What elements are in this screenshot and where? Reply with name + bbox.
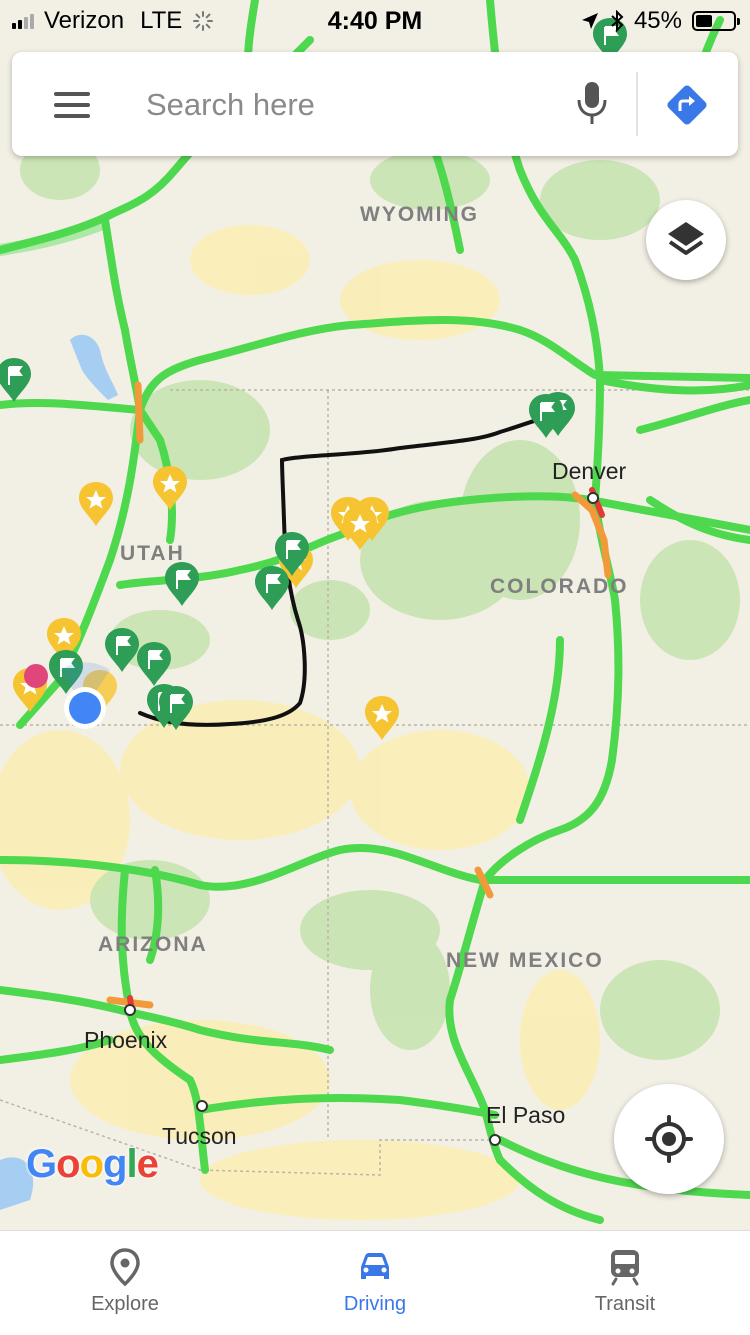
bluetooth-icon — [611, 10, 624, 32]
layers-icon — [668, 222, 704, 255]
location-arrow-icon — [581, 13, 598, 29]
google-logo-letter: o — [79, 1142, 104, 1186]
region-label-arizona: ARIZONA — [98, 933, 208, 956]
microphone-icon[interactable] — [572, 80, 612, 128]
crosshair-icon — [645, 1115, 693, 1163]
tab-transit-label: Transit — [594, 1293, 656, 1315]
city-label-el-paso[interactable]: El Paso — [486, 1102, 565, 1129]
city-label-tucson[interactable]: Tucson — [162, 1123, 237, 1150]
map-layers-button[interactable] — [646, 200, 726, 280]
tab-explore[interactable]: Explore — [0, 1231, 250, 1335]
google-logo: Google — [26, 1142, 159, 1187]
search-bar — [12, 52, 738, 156]
city-label-phoenix[interactable]: Phoenix — [84, 1027, 167, 1054]
google-logo-letter: G — [26, 1142, 57, 1186]
tab-driving-label: Driving — [343, 1293, 407, 1315]
tab-explore-label: Explore — [91, 1293, 159, 1315]
train-icon — [611, 1250, 639, 1286]
search-input[interactable] — [144, 76, 568, 134]
search-divider — [636, 72, 638, 136]
google-logo-letter: g — [103, 1142, 127, 1186]
my-location-button[interactable] — [614, 1084, 724, 1194]
region-label-new-mexico: NEW MEXICO — [446, 949, 604, 972]
map-pin-icon — [110, 1248, 140, 1287]
directions-icon[interactable] — [662, 80, 712, 130]
google-logo-letter: e — [136, 1142, 159, 1186]
car-icon — [361, 1253, 389, 1279]
google-logo-letter: l — [126, 1142, 137, 1186]
region-label-utah: UTAH — [120, 542, 185, 565]
tab-transit[interactable]: Transit — [500, 1231, 750, 1335]
region-label-wyoming: WYOMING — [360, 203, 479, 226]
city-label-denver[interactable]: Denver — [552, 458, 626, 485]
status-bar: Verizon LTE 4:40 PM 45% — [0, 0, 750, 40]
battery-icon — [692, 11, 740, 31]
google-logo-letter: o — [56, 1142, 80, 1186]
tab-driving[interactable]: Driving — [250, 1231, 500, 1335]
region-label-colorado: COLORADO — [490, 575, 629, 598]
battery-percent: 45% — [633, 7, 682, 34]
menu-icon[interactable] — [54, 92, 90, 118]
bottom-navigation: Explore Driving Transit — [0, 1230, 750, 1335]
